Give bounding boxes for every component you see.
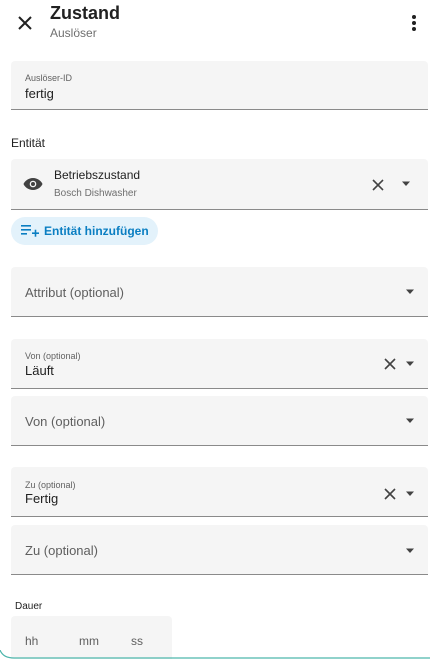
chevron-down-icon <box>406 418 414 423</box>
chevron-down-icon <box>402 181 410 186</box>
add-entity-label: Entität hinzufügen <box>44 224 149 238</box>
eye-icon <box>23 176 43 192</box>
to-attribute-dropdown-button[interactable] <box>405 546 415 556</box>
close-icon <box>372 179 384 191</box>
entity-picker[interactable]: Betriebszustand Bosch Dishwasher <box>11 159 428 210</box>
to-state-select[interactable]: Zu (optional) Fertig <box>11 467 428 517</box>
duration-label: Dauer <box>15 601 43 612</box>
from-attribute-select[interactable]: Von (optional) <box>11 396 428 446</box>
more-options-button[interactable] <box>402 11 426 35</box>
chevron-down-icon <box>406 491 414 496</box>
dialog-title: Zustand <box>50 3 120 23</box>
from-attribute-placeholder: Von (optional) <box>25 414 106 429</box>
trigger-id-field[interactable]: Auslöser-ID fertig <box>11 61 428 110</box>
to-state-value: Fertig <box>25 491 59 506</box>
from-state-select[interactable]: Von (optional) Läuft <box>11 339 428 389</box>
more-vert-icon <box>412 15 416 31</box>
entity-dropdown-button[interactable] <box>401 180 411 188</box>
to-attribute-placeholder: Zu (optional) <box>25 543 98 558</box>
chevron-down-icon <box>406 289 414 294</box>
to-state-label: Zu (optional) <box>25 480 76 490</box>
to-attribute-select[interactable]: Zu (optional) <box>11 525 428 575</box>
attribute-placeholder: Attribut (optional) <box>25 285 124 300</box>
trigger-id-value: fertig <box>25 86 54 101</box>
from-attribute-dropdown-button[interactable] <box>405 416 415 426</box>
from-state-label: Von (optional) <box>25 351 81 361</box>
to-state-clear-button[interactable] <box>383 487 397 501</box>
dialog-header: Zustand Auslöser <box>0 0 430 50</box>
entity-clear-button[interactable] <box>371 178 385 192</box>
close-icon <box>384 358 396 370</box>
from-state-value: Läuft <box>25 363 54 378</box>
to-state-dropdown-button[interactable] <box>405 489 415 499</box>
dialog-bottom-edge <box>0 650 430 659</box>
dialog-subtitle: Auslöser <box>50 26 97 40</box>
from-state-clear-button[interactable] <box>383 357 397 371</box>
close-button[interactable] <box>13 11 37 35</box>
minutes-field[interactable]: mm <box>79 634 99 648</box>
attribute-select[interactable]: Attribut (optional) <box>11 267 428 317</box>
attribute-dropdown-button[interactable] <box>405 287 415 297</box>
close-icon <box>18 16 32 30</box>
entity-section-label: Entität <box>11 136 46 150</box>
entity-device: Bosch Dishwasher <box>54 188 137 199</box>
add-entity-button[interactable]: Entität hinzufügen <box>11 217 158 245</box>
seconds-field[interactable]: ss <box>131 634 143 648</box>
chevron-down-icon <box>406 361 414 366</box>
entity-name: Betriebszustand <box>54 168 141 182</box>
hours-field[interactable]: hh <box>25 634 38 648</box>
from-state-dropdown-button[interactable] <box>405 359 415 369</box>
playlist-add-icon <box>21 224 39 238</box>
close-icon <box>384 488 396 500</box>
trigger-id-label: Auslöser-ID <box>25 73 73 83</box>
chevron-down-icon <box>406 548 414 553</box>
